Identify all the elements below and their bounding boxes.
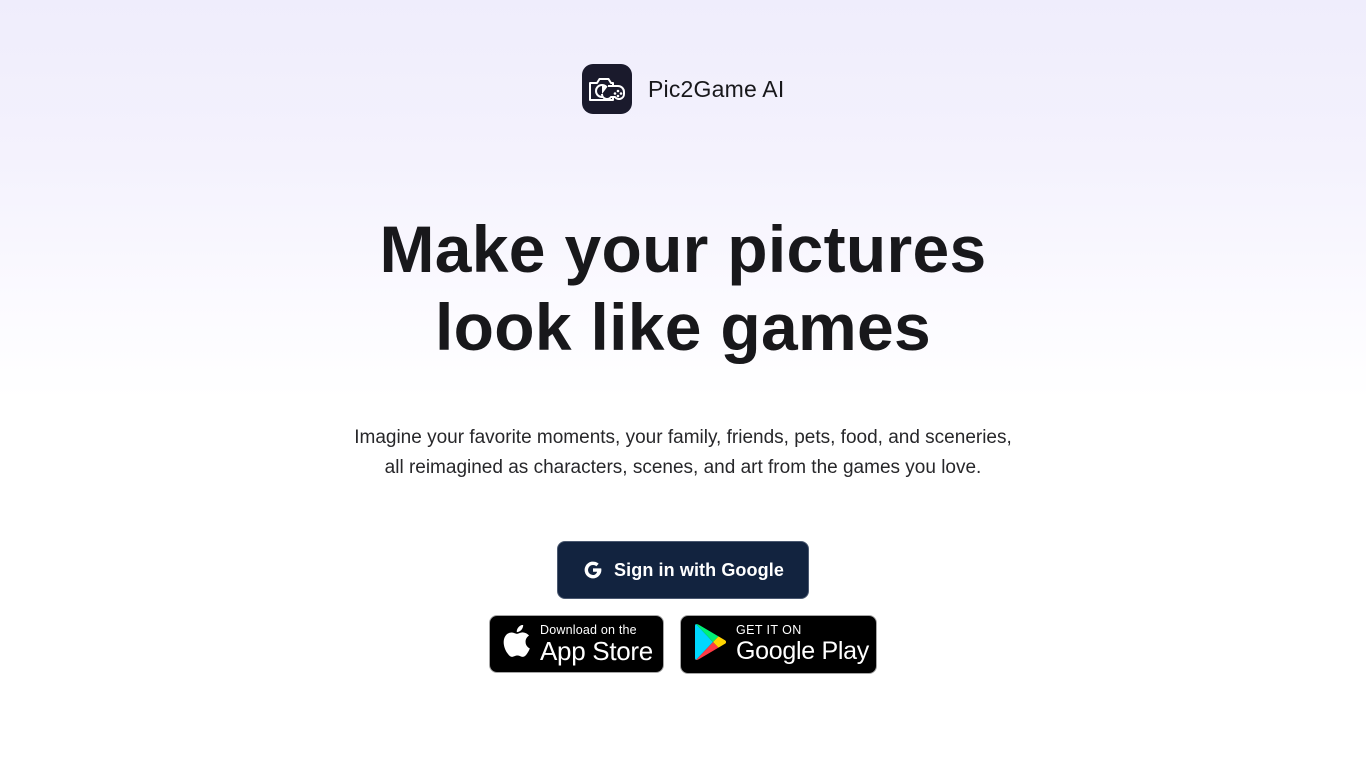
- headline-line-1: Make your pictures: [379, 212, 987, 286]
- google-g-icon: [582, 559, 604, 581]
- app-store-small-text: Download on the: [540, 623, 637, 637]
- brand-name: Pic2Game AI: [648, 75, 785, 102]
- google-play-badge[interactable]: GET IT ON Google Play: [680, 615, 877, 674]
- subtitle-line-1: Imagine your favorite moments, your fami…: [354, 427, 1012, 448]
- app-store-big-text: App Store: [540, 636, 653, 666]
- apple-icon: [502, 624, 532, 664]
- google-play-small-text: GET IT ON: [736, 623, 802, 637]
- subtitle-line-2: all reimagined as characters, scenes, an…: [384, 457, 982, 478]
- sign-in-with-google-button[interactable]: Sign in with Google: [557, 541, 809, 599]
- brand[interactable]: Pic2Game AI: [582, 64, 784, 114]
- sign-in-label: Sign in with Google: [614, 559, 784, 580]
- hero-subtitle: Imagine your favorite moments, your fami…: [0, 423, 1366, 483]
- google-play-icon: [694, 623, 728, 666]
- camera-gamepad-icon: [582, 64, 632, 114]
- hero-headline: Make your pictures look like games: [0, 210, 1366, 366]
- app-store-badge[interactable]: Download on the App Store: [489, 615, 664, 673]
- google-play-big-text: Google Play: [736, 637, 869, 665]
- headline-line-2: look like games: [434, 290, 932, 364]
